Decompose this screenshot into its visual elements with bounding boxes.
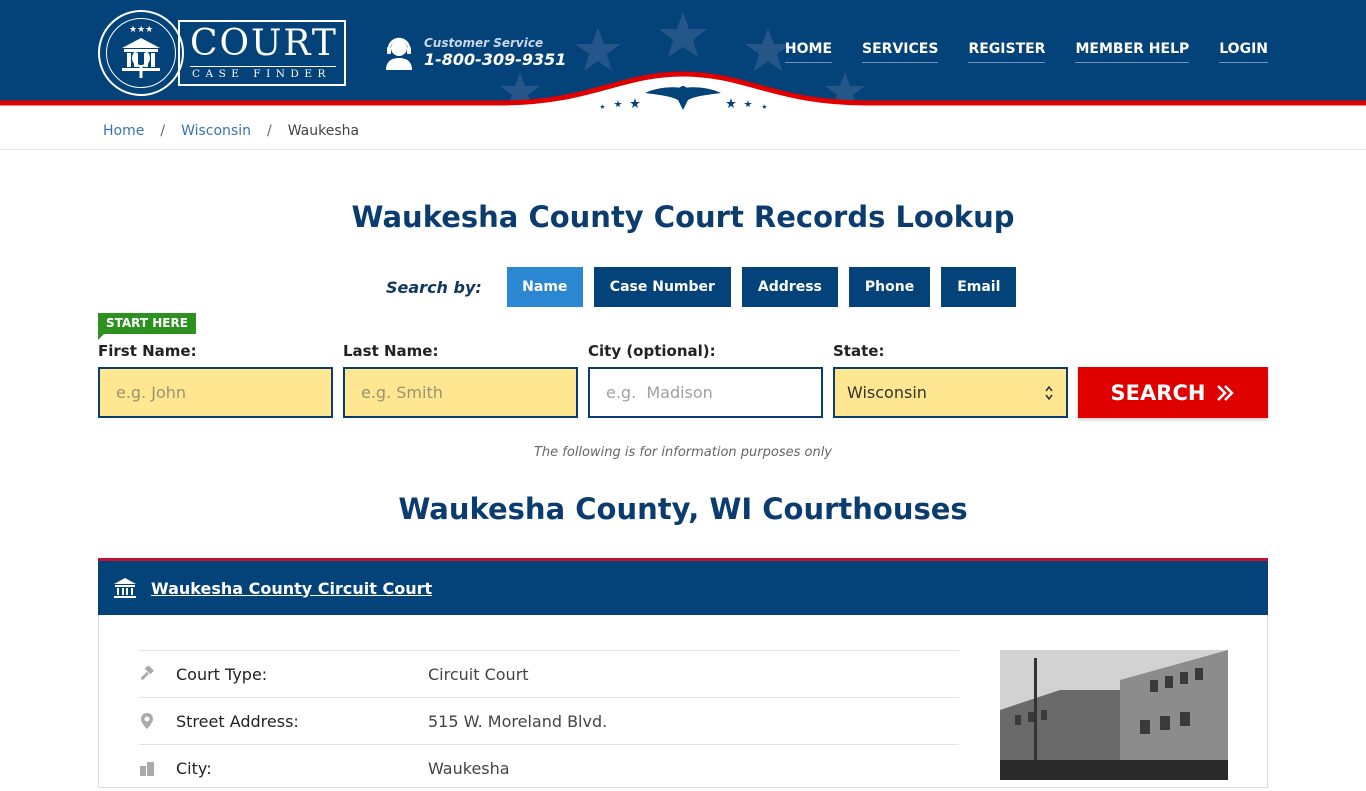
customer-service-phone[interactable]: 1-800-309-9351	[424, 50, 566, 69]
state-select[interactable]: Wisconsin	[833, 367, 1068, 418]
page-title: Waukesha County Court Records Lookup	[351, 200, 1015, 234]
breadcrumb-home[interactable]: Home	[103, 123, 144, 139]
last-name-group: Last Name:	[343, 342, 578, 418]
logo-seal: ★★★	[98, 10, 184, 96]
star-icon	[659, 12, 707, 57]
nav-member-help[interactable]: MEMBER HELP	[1075, 41, 1190, 63]
courthouse-icon	[114, 578, 136, 598]
search-button[interactable]: SEARCH	[1078, 367, 1268, 418]
city-label: City (optional):	[588, 342, 716, 360]
city-input[interactable]	[588, 367, 823, 418]
svg-text:★★★: ★★★	[129, 25, 153, 35]
search-button-label: SEARCH	[1110, 380, 1206, 405]
state-select-value: Wisconsin	[847, 383, 927, 402]
nav-register[interactable]: REGISTER	[968, 41, 1046, 63]
customer-service-label: Customer Service	[424, 36, 544, 50]
state-label: State:	[833, 342, 885, 360]
court-detail-row: Street Address: 515 W. Moreland Blvd.	[139, 697, 959, 744]
nav-services[interactable]: SERVICES	[862, 41, 939, 63]
tab-name[interactable]: Name	[506, 267, 583, 307]
street-address-value: 515 W. Moreland Blvd.	[428, 711, 608, 731]
headset-icon	[386, 37, 412, 70]
select-arrows-icon	[1045, 385, 1053, 400]
city-value: Waukesha	[428, 758, 510, 778]
court-details: Court Type: Circuit Court Street Address…	[139, 650, 959, 791]
state-group: State: Wisconsin	[833, 342, 1068, 418]
first-name-group: First Name:	[98, 342, 333, 418]
breadcrumb-wisconsin[interactable]: Wisconsin	[181, 123, 251, 139]
court-card: Waukesha County Circuit Court Court Type…	[98, 558, 1268, 788]
search-by-label: Search by:	[386, 277, 482, 297]
start-here-badge: START HERE	[98, 313, 196, 340]
tab-address[interactable]: Address	[741, 267, 838, 307]
court-card-header: Waukesha County Circuit Court	[98, 558, 1268, 615]
star-icon	[575, 28, 621, 71]
logo-subtitle: CASE FINDER	[192, 68, 331, 80]
courthouse-photo-image	[1000, 650, 1228, 780]
map-pin-icon	[141, 713, 153, 729]
last-name-label: Last Name:	[343, 342, 439, 360]
breadcrumb-current: Waukesha	[287, 122, 360, 139]
first-name-label: First Name:	[98, 342, 197, 360]
logo-wordmark: COURT CASE FINDER	[178, 20, 346, 86]
logo-title: COURT	[190, 23, 338, 64]
gavel-icon	[140, 666, 154, 681]
court-name-link[interactable]: Waukesha County Circuit Court	[151, 579, 432, 598]
court-type-label: Court Type:	[176, 664, 268, 684]
last-name-input[interactable]	[343, 367, 578, 418]
breadcrumb: Home / Wisconsin / Waukesha	[0, 112, 1366, 150]
city-label-detail: City:	[176, 758, 212, 778]
building-icon	[140, 762, 154, 776]
site-header: ★★★ COURT CASE FINDER Customer Service 1…	[0, 0, 1366, 112]
tab-case-number[interactable]: Case Number	[593, 267, 731, 307]
first-name-input[interactable]	[98, 367, 333, 418]
main-nav: HOME SERVICES REGISTER MEMBER HELP LOGIN	[784, 41, 1268, 63]
search-by-tabs: Search by: Name Case Number Address Phon…	[386, 267, 1027, 307]
double-chevron-right-icon	[1217, 384, 1235, 401]
court-detail-row: Court Type: Circuit Court	[139, 650, 959, 697]
breadcrumb-separator: /	[266, 122, 272, 139]
courthouse-icon: ★★★	[122, 25, 160, 78]
info-note: The following is for information purpose…	[533, 445, 833, 460]
city-group: City (optional):	[588, 342, 823, 418]
nav-home[interactable]: HOME	[784, 41, 833, 63]
nav-login[interactable]: LOGIN	[1219, 41, 1268, 63]
breadcrumb-separator: /	[160, 122, 166, 139]
tab-phone[interactable]: Phone	[848, 267, 931, 307]
street-address-label: Street Address:	[176, 711, 299, 731]
courthouse-photo	[1000, 650, 1228, 780]
court-case-finder-logo[interactable]: ★★★ COURT CASE FINDER	[98, 10, 348, 96]
courthouses-title: Waukesha County, WI Courthouses	[398, 492, 968, 526]
tab-email[interactable]: Email	[941, 267, 1017, 307]
court-type-value: Circuit Court	[428, 664, 529, 684]
